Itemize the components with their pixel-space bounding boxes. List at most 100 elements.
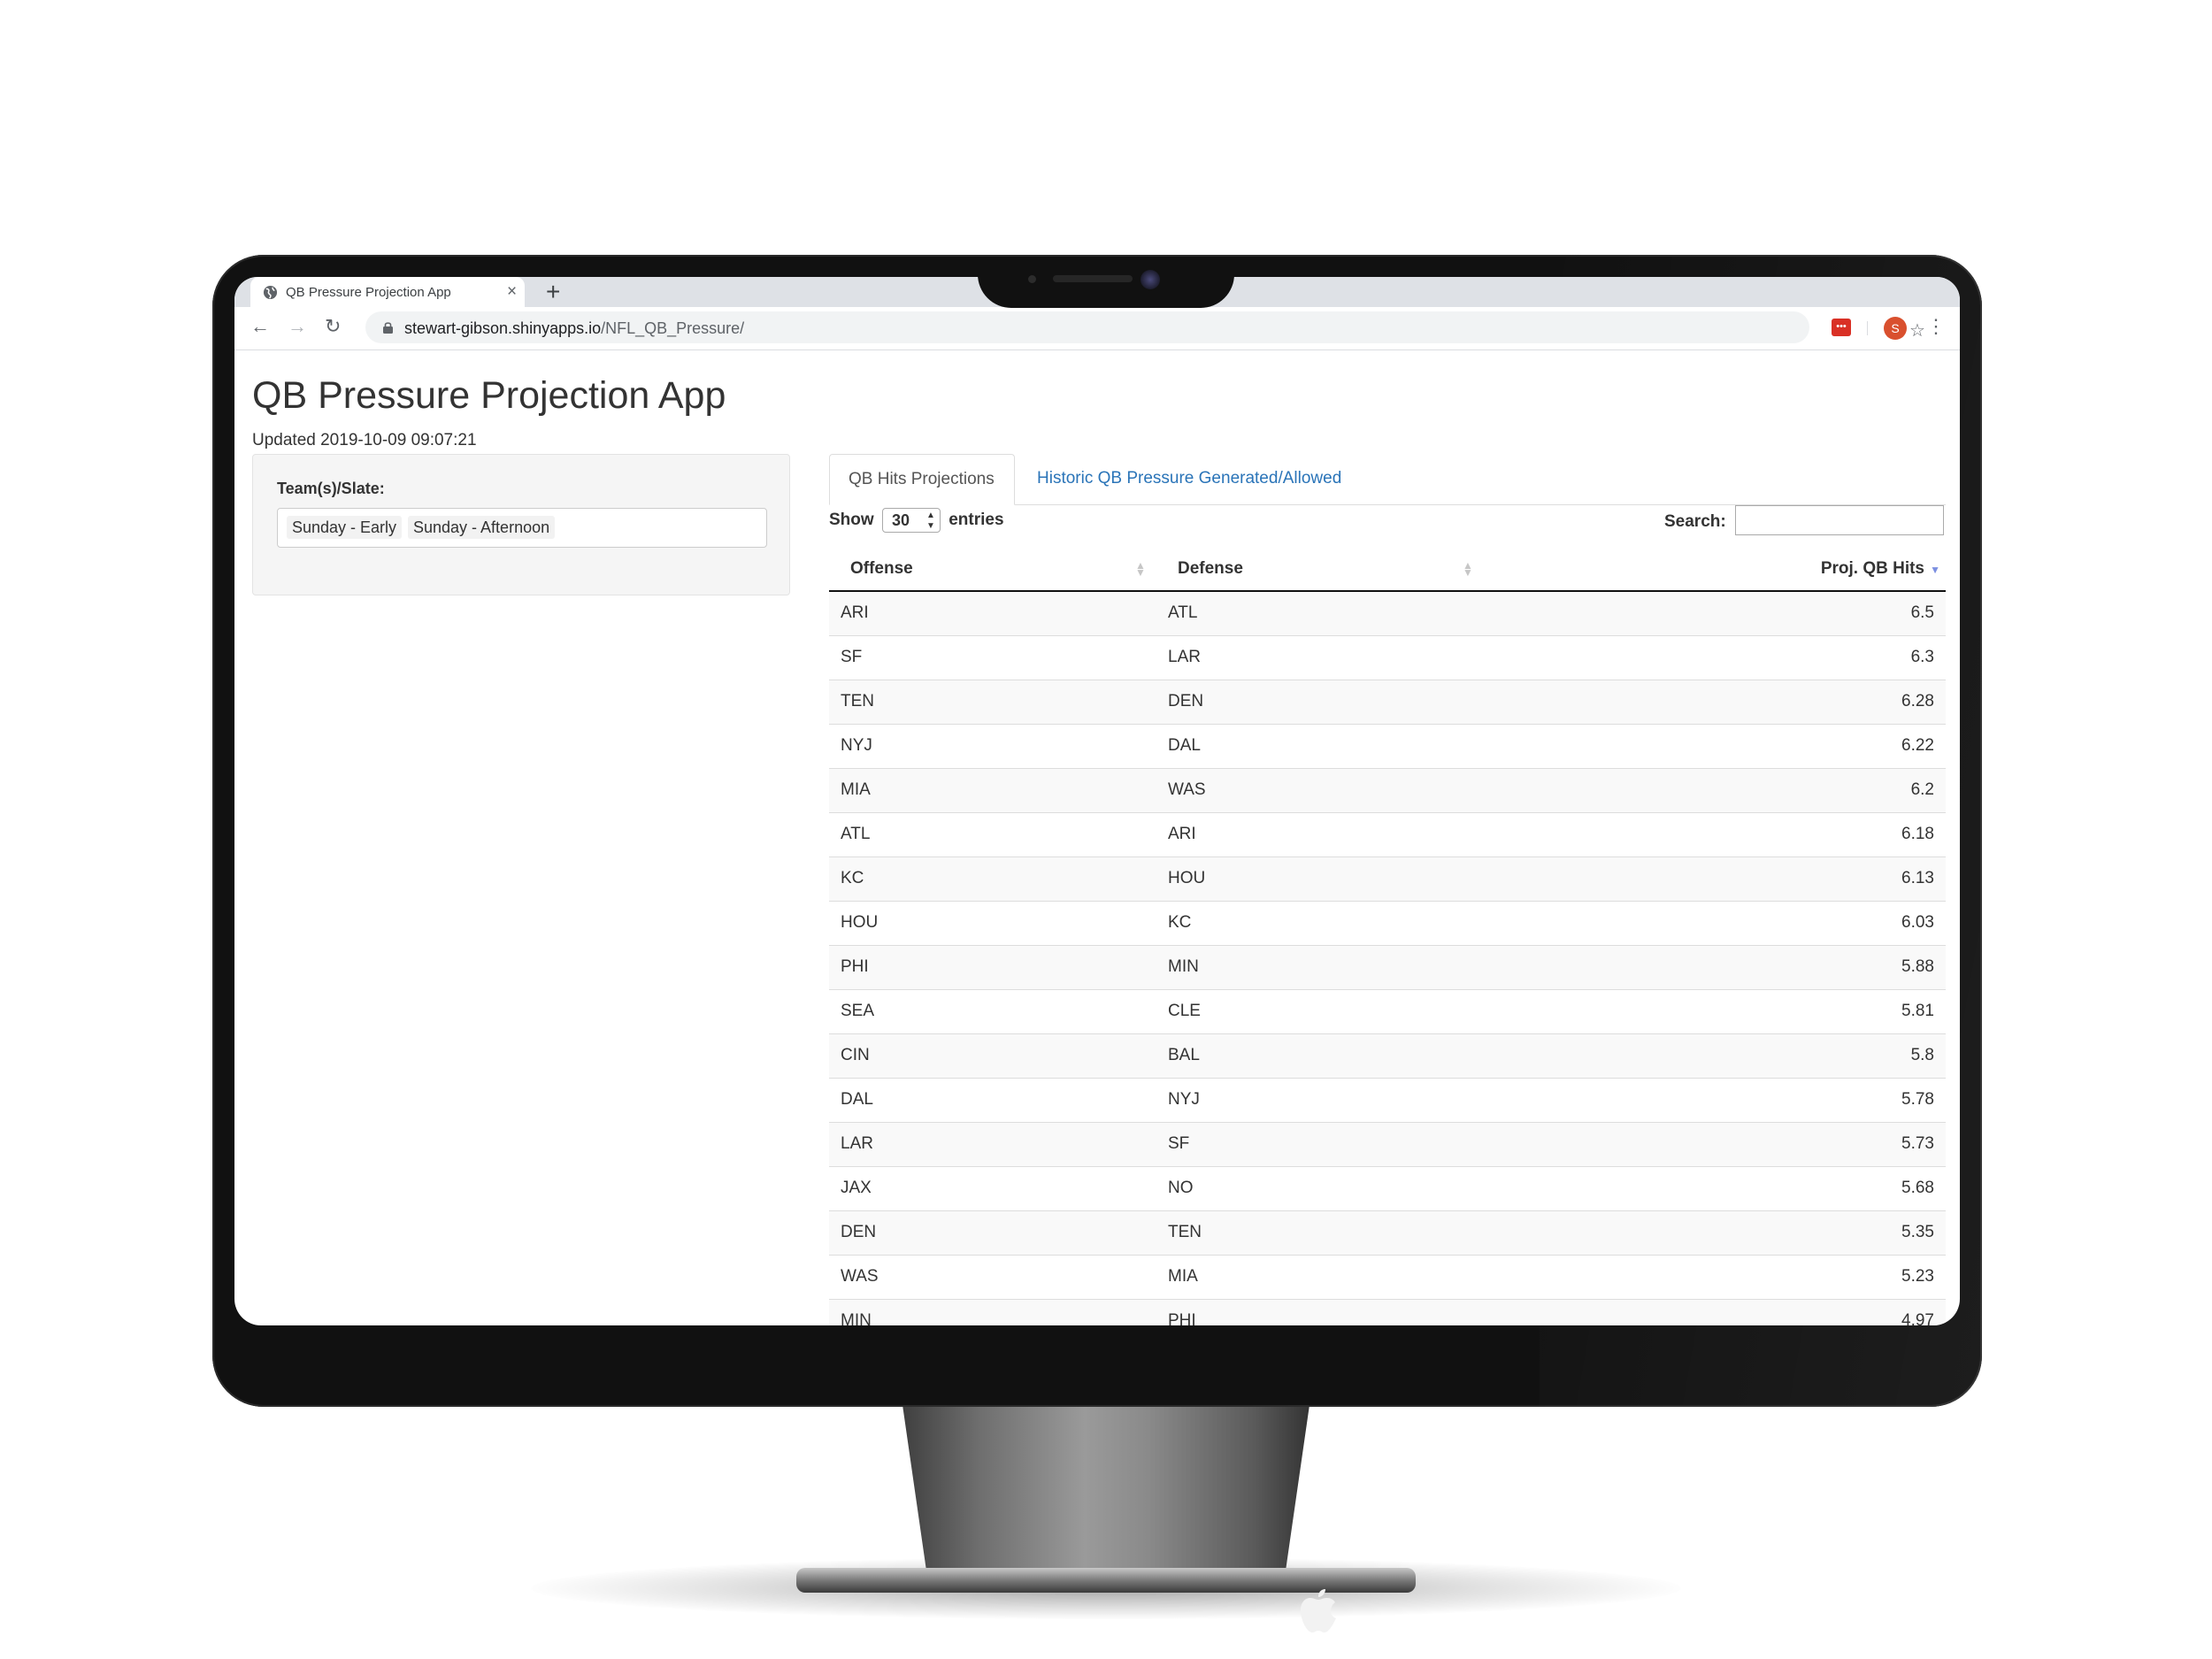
entries-select[interactable]: 30 ▲ ▼: [881, 507, 941, 533]
cell-defense: SF: [1156, 1121, 1484, 1166]
bookmark-star-icon[interactable]: ☆: [1909, 319, 1925, 342]
cell-proj-qb-hits: 6.18: [1484, 811, 1946, 856]
cell-offense: LAR: [829, 1121, 1156, 1166]
sensor-bar: [1053, 275, 1133, 282]
table-row[interactable]: WAS MIA 5.23: [829, 1254, 1946, 1299]
column-header-offense[interactable]: Offense ▲ ▼: [829, 547, 1156, 592]
page-title: QB Pressure Projection App: [252, 374, 726, 417]
tab-historic-qb-pressure[interactable]: Historic QB Pressure Generated/Allowed: [1037, 454, 1341, 504]
slate-filter-label: Team(s)/Slate:: [277, 480, 385, 497]
screen: QB Pressure Projection App × + ← → ↻ ste…: [234, 277, 1960, 1325]
cell-proj-qb-hits: 5.78: [1484, 1077, 1946, 1122]
column-header-proj-qb-hits[interactable]: Proj. QB Hits ▼: [1484, 547, 1946, 592]
sort-both-icon: ▲ ▼: [1135, 559, 1146, 579]
browser-tab[interactable]: QB Pressure Projection App ×: [250, 277, 525, 307]
extension-icon[interactable]: •••: [1832, 319, 1851, 336]
new-tab-icon[interactable]: +: [546, 277, 560, 307]
table-header-row: Offense ▲ ▼ Defense ▲ ▼ Proj. QB Hits ▼: [829, 547, 1946, 592]
profile-avatar[interactable]: S: [1884, 317, 1907, 340]
show-label: Show: [829, 511, 874, 529]
table-row[interactable]: DAL NYJ 5.78: [829, 1077, 1946, 1122]
url-path: /NFL_QB_Pressure/: [601, 319, 745, 337]
sort-both-icon: ▲ ▼: [1463, 559, 1473, 579]
filter-panel: Team(s)/Slate: Sunday - Early Sunday - A…: [252, 454, 790, 595]
table-row[interactable]: MIA WAS 6.2: [829, 767, 1946, 812]
search-input[interactable]: [1735, 505, 1944, 535]
cell-proj-qb-hits: 6.5: [1484, 590, 1946, 635]
apple-logo-icon: [1301, 1589, 1336, 1632]
table-row[interactable]: SEA CLE 5.81: [829, 988, 1946, 1033]
table-row[interactable]: DEN TEN 5.35: [829, 1210, 1946, 1255]
updated-timestamp: Updated 2019-10-09 09:07:21: [252, 431, 477, 449]
cell-proj-qb-hits: 6.13: [1484, 856, 1946, 901]
webcam-icon: [1141, 270, 1160, 289]
kebab-menu-icon[interactable]: ⋮: [1926, 315, 1946, 338]
cell-proj-qb-hits: 5.88: [1484, 944, 1946, 989]
cell-offense: PHI: [829, 944, 1156, 989]
cell-offense: KC: [829, 856, 1156, 901]
table-row[interactable]: CIN BAL 5.8: [829, 1033, 1946, 1078]
sort-desc-icon: ▼: [1930, 564, 1940, 576]
back-arrow-icon[interactable]: ←: [250, 316, 270, 337]
cell-defense: DEN: [1156, 679, 1484, 724]
search-label: Search:: [1664, 512, 1726, 531]
table-row[interactable]: NYJ DAL 6.22: [829, 723, 1946, 768]
table-row[interactable]: ATL ARI 6.18: [829, 811, 1946, 856]
cell-offense: MIA: [829, 767, 1156, 812]
cell-proj-qb-hits: 5.35: [1484, 1210, 1946, 1255]
select-arrows-icon: ▲ ▼: [926, 510, 935, 531]
cell-proj-qb-hits: 6.28: [1484, 679, 1946, 724]
cell-offense: WAS: [829, 1254, 1156, 1299]
cell-proj-qb-hits: 6.22: [1484, 723, 1946, 768]
entries-label: entries: [949, 511, 1004, 529]
cell-defense: MIA: [1156, 1254, 1484, 1299]
slate-chip[interactable]: Sunday - Afternoon: [408, 516, 556, 539]
table-row[interactable]: LAR SF 5.73: [829, 1121, 1946, 1166]
slate-chip[interactable]: Sunday - Early: [287, 516, 403, 539]
toolbar-divider: [1867, 321, 1868, 335]
cell-offense: NYJ: [829, 723, 1156, 768]
cell-defense: HOU: [1156, 856, 1484, 901]
table-row[interactable]: JAX NO 5.68: [829, 1165, 1946, 1210]
cell-offense: ARI: [829, 590, 1156, 635]
cell-defense: NYJ: [1156, 1077, 1484, 1122]
table-row[interactable]: HOU KC 6.03: [829, 900, 1946, 945]
cell-offense: SEA: [829, 988, 1156, 1033]
table-body: ARI ATL 6.5 SF LAR 6.3 TEN DEN 6.28 NYJ DAL 6.22 MIA…: [829, 590, 1946, 1325]
cell-offense: JAX: [829, 1165, 1156, 1210]
table-row[interactable]: PHI MIN 5.88: [829, 944, 1946, 989]
cell-offense: DAL: [829, 1077, 1156, 1122]
tabset: QB Hits Projections Historic QB Pressure…: [829, 454, 1946, 505]
slate-multiselect[interactable]: Sunday - Early Sunday - Afternoon: [277, 508, 767, 548]
cell-proj-qb-hits: 5.68: [1484, 1165, 1946, 1210]
cell-proj-qb-hits: 5.8: [1484, 1033, 1946, 1078]
table-row[interactable]: ARI ATL 6.5: [829, 590, 1946, 635]
cell-offense: ATL: [829, 811, 1156, 856]
entries-value: 30: [891, 511, 910, 529]
reload-icon[interactable]: ↻: [325, 316, 341, 337]
cell-offense: SF: [829, 634, 1156, 680]
cell-defense: KC: [1156, 900, 1484, 945]
column-header-defense[interactable]: Defense ▲ ▼: [1156, 547, 1484, 592]
browser-toolbar: ← → ↻ stewart-gibson.shinyapps.io/NFL_QB…: [234, 307, 1960, 350]
cell-proj-qb-hits: 6.03: [1484, 900, 1946, 945]
show-entries-control: Show 30 ▲ ▼ entries: [829, 505, 1004, 535]
cell-offense: MIN: [829, 1298, 1156, 1325]
tab-qb-hits-projections[interactable]: QB Hits Projections: [829, 454, 1015, 505]
table-row[interactable]: KC HOU 6.13: [829, 856, 1946, 901]
table-row[interactable]: SF LAR 6.3: [829, 634, 1946, 680]
cell-offense: CIN: [829, 1033, 1156, 1078]
table-row[interactable]: MIN PHI 4.97: [829, 1298, 1946, 1325]
globe-icon: [263, 285, 278, 300]
cell-defense: NO: [1156, 1165, 1484, 1210]
forward-arrow-icon[interactable]: →: [288, 316, 307, 337]
address-bar[interactable]: stewart-gibson.shinyapps.io/NFL_QB_Press…: [365, 311, 1925, 343]
cell-proj-qb-hits: 5.73: [1484, 1121, 1946, 1166]
sensor-dot: [1028, 275, 1036, 283]
url-text: stewart-gibson.shinyapps.io/NFL_QB_Press…: [404, 319, 744, 338]
table-row[interactable]: TEN DEN 6.28: [829, 679, 1946, 724]
close-tab-icon[interactable]: ×: [507, 282, 517, 302]
cell-defense: MIN: [1156, 944, 1484, 989]
cell-defense: TEN: [1156, 1210, 1484, 1255]
lock-icon: [383, 322, 393, 334]
